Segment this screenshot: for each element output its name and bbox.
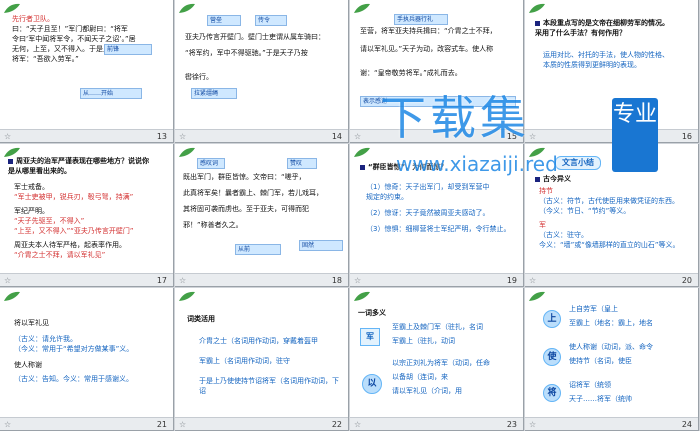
leaf-icon <box>179 3 195 13</box>
slide-footer: ☆ 19 <box>350 273 523 286</box>
character-circle: 以 <box>362 374 382 394</box>
slide-thumbnail-23[interactable]: 一词多义 军 至霸上及棘门军（驻扎，名词 军霸上（驻扎，动词 以 以宗正刘礼为将… <box>350 288 524 431</box>
star-icon: ☆ <box>179 276 187 285</box>
bullet-icon <box>8 158 13 164</box>
slide-title: 词类活用 <box>187 315 215 323</box>
slide-number: 17 <box>156 276 167 285</box>
leaf-icon <box>529 3 545 13</box>
star-icon: ☆ <box>354 132 362 141</box>
annotation-note: 营垒 <box>207 15 241 26</box>
slide-number: 23 <box>506 420 517 429</box>
leaf-icon <box>354 3 370 13</box>
leaf-icon <box>529 291 545 301</box>
slide-footer: ☆ 17 <box>0 273 173 286</box>
star-icon: ☆ <box>4 276 12 285</box>
slide-footer: ☆ 18 <box>175 273 348 286</box>
slide-footer: ☆ 23 <box>350 417 523 430</box>
slide-thumbnail-21[interactable]: 将以军礼见 （古义：请允许我。 （今义：常用于“希望对方做某事”义。 使人称谢 … <box>0 288 174 431</box>
slide-body-text: 亚夫乃传言开壁门。壁门士吏谓从属车骑曰： “将军约，军中不得驱驰。”于是天子乃按… <box>185 33 325 81</box>
slide-grid: 先行者卫队。 曰：“天子且至！”军门都尉曰：“将军 令曰‘军中闻将军令，不闻天子… <box>0 0 700 431</box>
watermark-badge: 专业 <box>612 98 658 172</box>
star-icon: ☆ <box>354 420 362 429</box>
slide-number: 19 <box>506 276 517 285</box>
annotation-note: 传令 <box>255 15 287 26</box>
watermark-url: www.xiazaiji.red <box>396 152 558 176</box>
slide-number: 16 <box>681 132 692 141</box>
slide-body-text: （1）惊奇：天子出军门，却受到军营中 规定的约束。 （2）惊讶：天子竟然被周亚夫… <box>366 183 511 233</box>
leaf-icon <box>179 291 195 301</box>
slide-number: 18 <box>331 276 342 285</box>
slide-body-text: 至营，将军亚夫持兵揖曰：“介胄之士不拜， 请以军礼见。”天子为动，改容式车。使人… <box>360 27 497 77</box>
slide-body-text: 周亚夫的治军严谨表现在哪些地方？说说你 是从哪里看出来的。 <box>8 157 149 175</box>
slide-footer: ☆ 22 <box>175 417 348 430</box>
character-circle: 上 <box>543 310 561 328</box>
slide-thumbnail-13[interactable]: 先行者卫队。 曰：“天子且至！”军门都尉曰：“将军 令曰‘军中闻将军令，不闻天子… <box>0 0 174 143</box>
annotation-note: 固然 <box>299 240 343 251</box>
slide-body-text: 介胄之士（名词用作动词，穿戴着盔甲 军霸上（名词用作动词，驻守 于是上乃使使持节… <box>199 337 339 395</box>
slide-body-text: 先行者卫队。 曰：“天子且至！”军门都尉曰：“将军 令曰‘军中闻将军令，不闻天子… <box>12 15 152 63</box>
star-icon: ☆ <box>179 132 187 141</box>
annotation-note: 赞叹 <box>287 158 317 169</box>
star-icon: ☆ <box>4 420 12 429</box>
slide-body-text: 以宗正刘礼为将军（动词，任命 以备胡（连词，来 请以军礼见（介词，用 <box>392 359 490 395</box>
slide-body-text: 持节 （古义：符节，古代使臣用来做凭证的东西。 （今义：节日、“节约”等义。 军… <box>539 187 680 249</box>
annotation-note: 前锋 <box>104 44 152 55</box>
slide-body-text: 使人称谢（动词，派、命令 使持节（名词，使臣 <box>569 343 653 365</box>
bullet-icon <box>535 20 540 26</box>
slide-number: 20 <box>681 276 692 285</box>
slide-number: 22 <box>331 420 342 429</box>
slide-body-text: 诏将军（统领 天子……将军（统帅 <box>569 381 632 403</box>
bullet-icon <box>360 164 365 170</box>
slide-footer: ☆ 21 <box>0 417 173 430</box>
star-icon: ☆ <box>529 420 537 429</box>
section-badge: 文言小结 <box>555 156 601 170</box>
slide-footer: ☆ 24 <box>525 417 698 430</box>
leaf-icon <box>354 291 370 301</box>
character-box: 军 <box>360 328 380 346</box>
slide-body-text: 运用对比、衬托的手法，使人物的性格、 本质的性质得到更鲜明的表现。 <box>543 51 669 69</box>
slide-body-text: 既出军门，群臣皆惊。文帝曰：“嗟乎， 此真将军矣！曩者霸上、棘门军，若儿戏耳， … <box>183 173 323 229</box>
slide-number: 13 <box>156 132 167 141</box>
slide-body-text: 将以军礼见 （古义：请允许我。 （今义：常用于“希望对方做某事”义。 使人称谢 … <box>14 319 134 383</box>
slide-body-text: 军士戒备。 “军士吏被甲，锐兵刃，彀弓弩，持满” 军纪严明。 “天子先驱至，不得… <box>14 183 134 259</box>
slide-thumbnail-18[interactable]: 感叹词 赞叹 既出军门，群臣皆惊。文帝曰：“嗟乎， 此真将军矣！曩者霸上、棘门军… <box>175 144 349 287</box>
slide-body-text: 上自劳军（皇上 至霸上（地名：霸上，地名 <box>569 305 653 327</box>
slide-footer: ☆ 14 <box>175 129 348 142</box>
annotation-note: 感叹词 <box>197 158 225 169</box>
star-icon: ☆ <box>354 276 362 285</box>
character-circle: 将 <box>543 384 561 402</box>
slide-body-text: 本段重点写的是文帝在细柳劳军的情况。 采用了什么手法？有何作用？ <box>535 19 669 37</box>
slide-body-text: 至霸上及棘门军（驻扎，名词 军霸上（驻扎，动词 <box>392 323 483 345</box>
slide-thumbnail-24[interactable]: 上 上自劳军（皇上 至霸上（地名：霸上，地名 使 使人称谢（动词，派、命令 使持… <box>525 288 699 431</box>
slide-subtitle: 古今异义 <box>535 174 695 184</box>
annotation-note: 手执兵器行礼 <box>394 14 448 25</box>
slide-footer: ☆ 20 <box>525 273 698 286</box>
watermark-title: 下载集 <box>380 91 530 145</box>
annotation-note: 从前 <box>235 244 281 255</box>
leaf-icon <box>354 147 370 157</box>
character-circle: 使 <box>543 348 561 366</box>
slide-thumbnail-17[interactable]: 周亚夫的治军严谨表现在哪些地方？说说你 是从哪里看出来的。 军士戒备。 “军士吏… <box>0 144 174 287</box>
slide-number: 21 <box>156 420 167 429</box>
star-icon: ☆ <box>179 420 187 429</box>
star-icon: ☆ <box>529 276 537 285</box>
slide-title: 一词多义 <box>358 309 386 317</box>
slide-footer: ☆ 13 <box>0 129 173 142</box>
leaf-icon <box>4 3 20 13</box>
slide-number: 24 <box>681 420 692 429</box>
slide-thumbnail-22[interactable]: 词类活用 介胄之士（名词用作动词，穿戴着盔甲 军霸上（名词用作动词，驻守 于是上… <box>175 288 349 431</box>
star-icon: ☆ <box>4 132 12 141</box>
annotation-note: 从……开始 <box>80 88 142 99</box>
slide-thumbnail-14[interactable]: 营垒 传令 亚夫乃传言开壁门。壁门士吏谓从属车骑曰： “将军约，军中不得驱驰。”… <box>175 0 349 143</box>
leaf-icon <box>179 147 195 157</box>
slide-number: 14 <box>331 132 342 141</box>
annotation-note: 拉紧缰绳 <box>191 88 237 99</box>
leaf-icon <box>4 291 20 301</box>
bullet-icon <box>535 176 540 182</box>
